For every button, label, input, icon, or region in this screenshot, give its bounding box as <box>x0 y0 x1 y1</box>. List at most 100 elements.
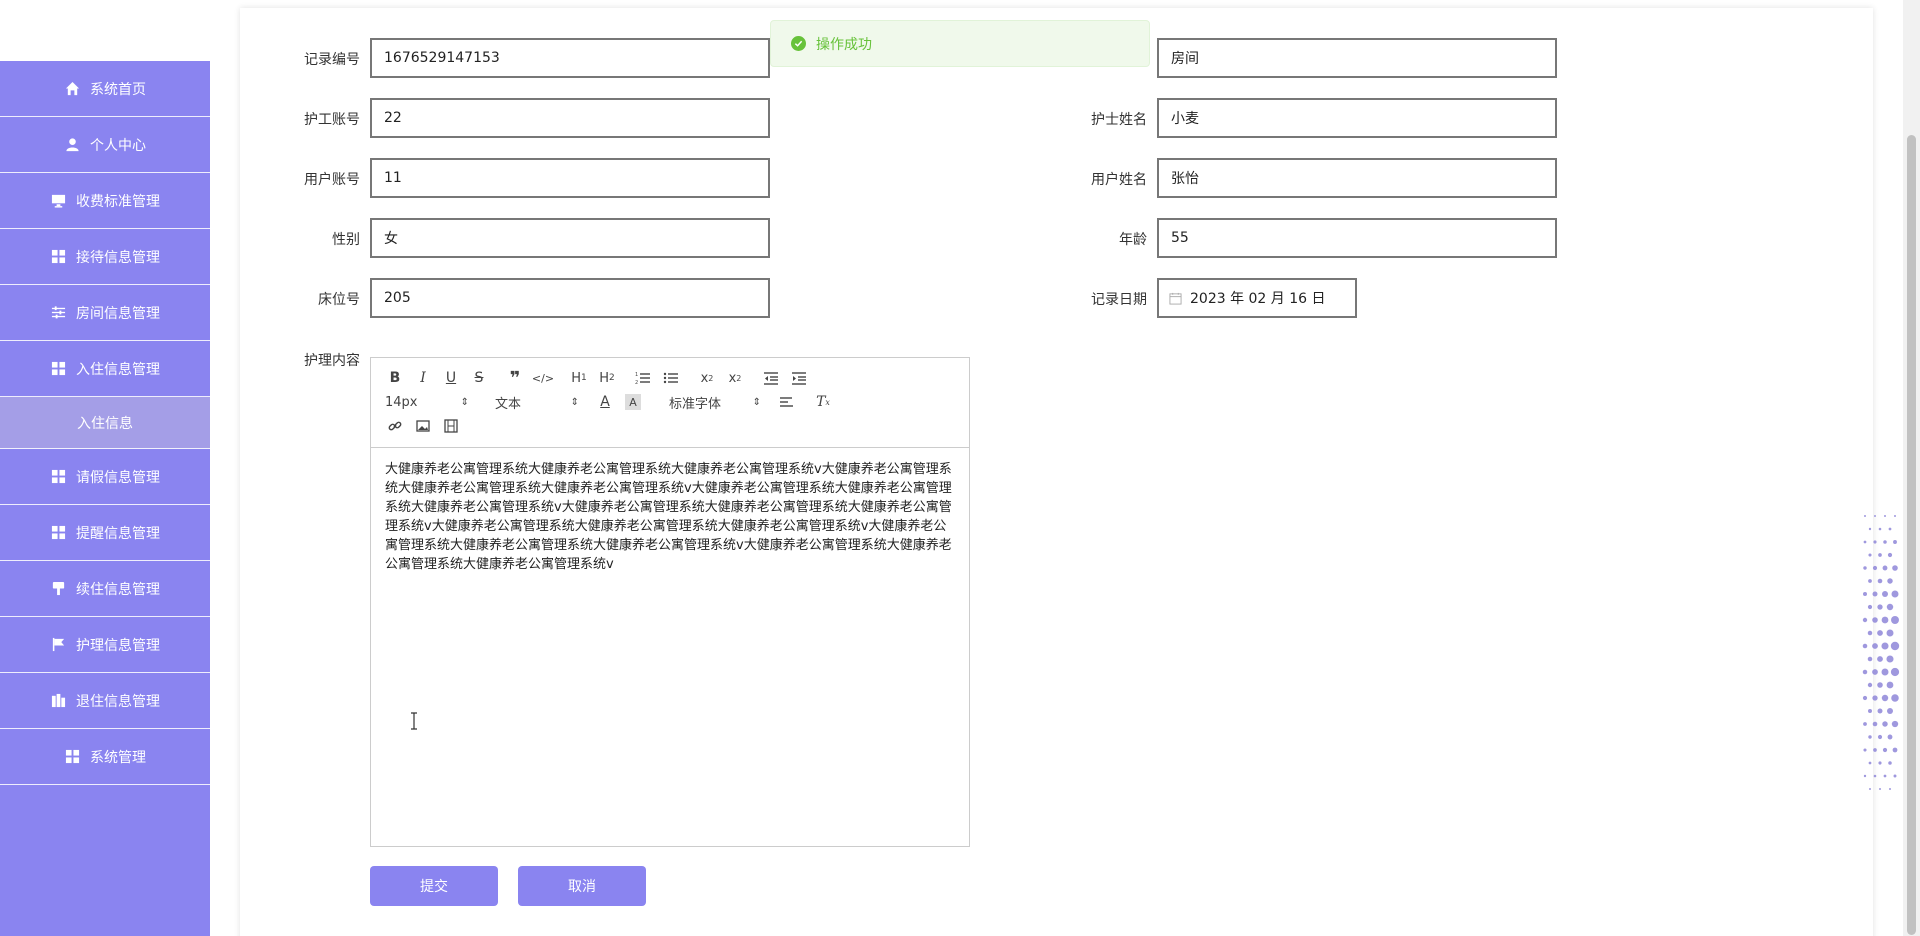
building-icon <box>50 693 66 709</box>
record-no-label: 记录编号 <box>304 52 360 68</box>
user-name-value: 张怡 <box>1171 171 1199 187</box>
submit-button[interactable]: 提交 <box>370 866 498 906</box>
font-color-icon[interactable]: A <box>591 390 619 414</box>
sidebar-item-label: 请假信息管理 <box>76 469 160 486</box>
age-value: 55 <box>1171 230 1189 246</box>
underline-icon[interactable]: U <box>437 366 465 390</box>
grid-icon <box>64 749 80 765</box>
image-icon[interactable] <box>409 414 437 438</box>
superscript-icon[interactable]: x2 <box>721 366 749 390</box>
nurse-name-value: 小麦 <box>1171 111 1199 127</box>
bed-no-field[interactable]: 205 <box>370 278 770 318</box>
font-size-select[interactable]: 14px ⇕ <box>381 390 473 414</box>
nurse-name-field[interactable]: 小麦 <box>1157 98 1557 138</box>
user-name-label: 用户姓名 <box>1091 172 1147 188</box>
code-block-icon[interactable]: </> <box>529 366 557 390</box>
strikethrough-icon[interactable]: S <box>465 366 493 390</box>
gender-label: 性别 <box>332 232 360 248</box>
content-label: 护理内容 <box>304 353 360 369</box>
sidebar-item-10[interactable]: 退住信息管理 <box>0 673 210 729</box>
sidebar: 系统首页个人中心收费标准管理 接待信息管理 房间信息管理 入住信息管理 入住信息 请假… <box>0 61 210 936</box>
check-circle-icon <box>791 36 806 51</box>
font-size-value: 14px <box>385 394 418 410</box>
user-icon <box>64 137 80 153</box>
heading2-icon[interactable]: H2 <box>593 366 621 390</box>
page-scrollbar[interactable] <box>1903 0 1920 936</box>
editor-content-text: 大健康养老公寓管理系统大健康养老公寓管理系统大健康养老公寓管理系统v大健康养老公… <box>385 462 952 572</box>
sidebar-item-0[interactable]: 系统首页 <box>0 61 210 117</box>
record-date-picker[interactable]: 2023 年 02 月 16 日 <box>1157 278 1357 318</box>
sidebar-item-5[interactable]: 入住信息管理 <box>0 341 210 397</box>
align-icon[interactable] <box>773 390 801 414</box>
block-type-value: 文本 <box>495 396 522 412</box>
sliders-icon <box>50 305 66 321</box>
sidebar-item-label: 退住信息管理 <box>76 693 160 710</box>
bold-icon[interactable]: B <box>381 366 409 390</box>
sidebar-subitem-label: 入住信息 <box>77 415 133 432</box>
outdent-icon[interactable] <box>757 366 785 390</box>
sidebar-item-3[interactable]: 接待信息管理 <box>0 229 210 285</box>
age-field[interactable]: 55 <box>1157 218 1557 258</box>
gender-field[interactable]: 女 <box>370 218 770 258</box>
sidebar-item-6[interactable]: 请假信息管理 <box>0 449 210 505</box>
nurse-name-label: 护士姓名 <box>1091 112 1147 128</box>
block-type-select[interactable]: 文本 ⇕ <box>491 390 583 414</box>
sidebar-item-9[interactable]: 护理信息管理 <box>0 617 210 673</box>
background-color-icon[interactable]: A <box>625 394 641 410</box>
heading1-icon[interactable]: H1 <box>565 366 593 390</box>
toast-message: 操作成功 <box>816 36 872 53</box>
ordered-list-icon[interactable]: 12 <box>629 366 657 390</box>
editor-content-area[interactable]: 大健康养老公寓管理系统大健康养老公寓管理系统大健康养老公寓管理系统v大健康养老公… <box>371 448 969 586</box>
sidebar-item-label: 个人中心 <box>90 137 146 154</box>
monitor-icon <box>50 193 66 209</box>
flag-icon <box>50 637 66 653</box>
bullet-list-icon[interactable] <box>657 366 685 390</box>
user-account-field[interactable]: 11 <box>370 158 770 198</box>
italic-icon[interactable]: I <box>409 366 437 390</box>
blockquote-icon[interactable]: ❞ <box>501 366 529 390</box>
grid-icon <box>50 361 66 377</box>
indent-icon[interactable] <box>785 366 813 390</box>
sidebar-item-1[interactable]: 个人中心 <box>0 117 210 173</box>
sidebar-item-11[interactable]: 系统管理 <box>0 729 210 785</box>
video-icon[interactable] <box>437 414 465 438</box>
sidebar-subitem-checkin-info[interactable]: 入住信息 <box>0 397 210 449</box>
sidebar-item-7[interactable]: 提醒信息管理 <box>0 505 210 561</box>
clear-format-icon[interactable]: Tx <box>809 390 837 414</box>
updown-icon: ⇕ <box>570 396 579 408</box>
grid-icon <box>50 525 66 541</box>
user-name-field[interactable]: 张怡 <box>1157 158 1557 198</box>
room-field[interactable]: 房间 <box>1157 38 1557 78</box>
svg-text:1: 1 <box>635 372 638 378</box>
calendar-icon <box>1169 292 1182 305</box>
sidebar-item-8[interactable]: 续住信息管理 <box>0 561 210 617</box>
sidebar-item-label: 入住信息管理 <box>76 361 160 378</box>
nurse-account-field[interactable]: 22 <box>370 98 770 138</box>
font-family-select[interactable]: 标准字体 ⇕ <box>665 390 765 414</box>
svg-text:2: 2 <box>635 380 638 385</box>
sidebar-item-label: 收费标准管理 <box>76 193 160 210</box>
home-icon <box>64 81 80 97</box>
sidebar-item-label: 系统管理 <box>90 749 146 766</box>
grid-icon <box>50 249 66 265</box>
user-account-label: 用户账号 <box>304 172 360 188</box>
sidebar-item-label: 接待信息管理 <box>76 249 160 266</box>
text-cursor-icon <box>411 712 417 730</box>
success-toast: 操作成功 <box>770 20 1150 67</box>
sidebar-item-label: 护理信息管理 <box>76 637 160 654</box>
record-date-value: 2023 年 02 月 16 日 <box>1190 291 1326 307</box>
subscript-icon[interactable]: x2 <box>693 366 721 390</box>
age-label: 年龄 <box>1119 232 1147 248</box>
cancel-button[interactable]: 取消 <box>518 866 646 906</box>
sidebar-item-label: 房间信息管理 <box>76 305 160 322</box>
record-no-field[interactable]: 1676529147153 <box>370 38 770 78</box>
sidebar-item-4[interactable]: 房间信息管理 <box>0 285 210 341</box>
sidebar-item-2[interactable]: 收费标准管理 <box>0 173 210 229</box>
record-no-value: 1676529147153 <box>384 50 500 66</box>
link-icon[interactable] <box>381 414 409 438</box>
scrollbar-thumb[interactable] <box>1907 135 1916 935</box>
gender-value: 女 <box>384 231 398 247</box>
sidebar-item-label: 提醒信息管理 <box>76 525 160 542</box>
editor-toolbar: B I U S ❞ </> H1 H2 12 x2 x2 14px ⇕ 文本 ⇕… <box>371 358 969 448</box>
grid-icon <box>50 469 66 485</box>
